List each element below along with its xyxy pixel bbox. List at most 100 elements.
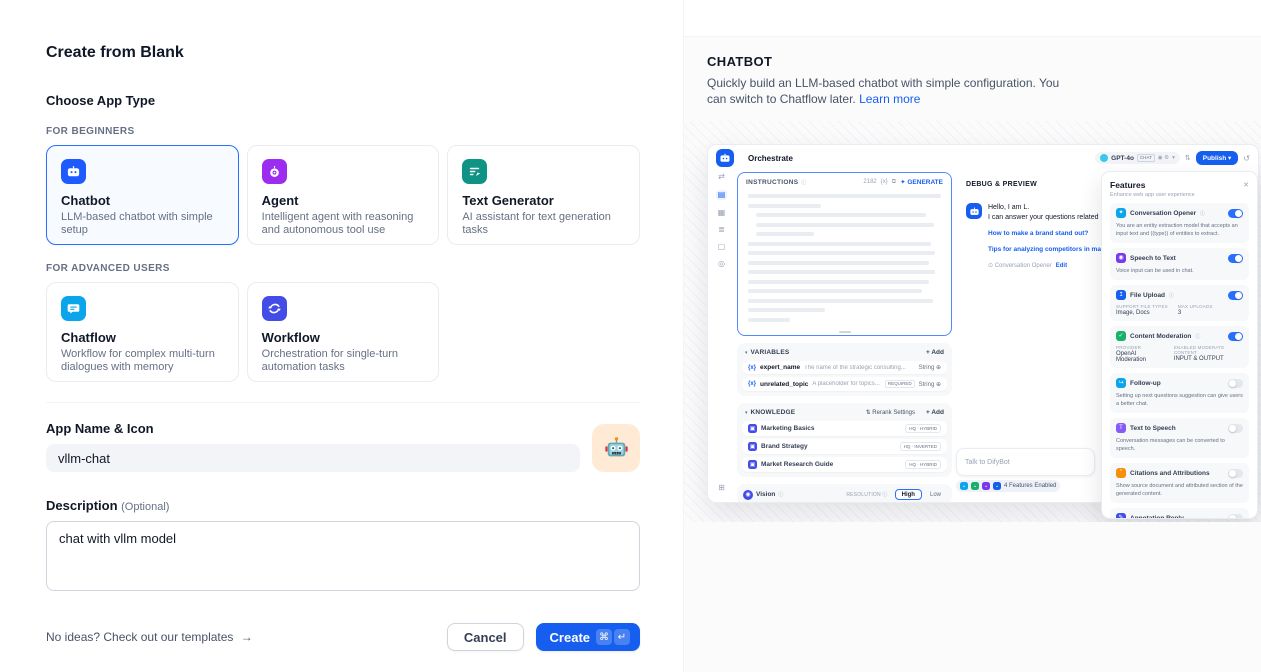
dataset-icon: ▣	[748, 442, 757, 451]
feature-citations: ” Citations and Attributions Show source…	[1110, 463, 1249, 503]
chatbot-preview-image: Orchestrate GPT-4o CHAT ◉ ⚙ ▾ ⇅ Publish …	[684, 121, 1261, 522]
cancel-button[interactable]: Cancel	[447, 623, 524, 651]
vision-icon: ◉	[743, 490, 753, 500]
info-icon: ⓘ	[1200, 210, 1205, 217]
feature-toggle	[1228, 254, 1243, 263]
card-title: Text Generator	[462, 193, 625, 208]
enter-key-icon: ↵	[614, 629, 630, 645]
card-description: Orchestration for single-turn automation…	[262, 348, 425, 374]
chevron-down-icon: ▾	[745, 410, 748, 416]
for-beginners-label: FOR BEGINNERS	[46, 126, 640, 137]
text-generator-icon	[462, 159, 487, 184]
cmd-key-icon: ⌘	[596, 629, 612, 645]
optional-hint: (Optional)	[121, 501, 169, 513]
copy-icon: ⧉	[892, 179, 896, 186]
web-nav-icon: ◎	[718, 260, 725, 268]
description-input[interactable]: chat with vllm model	[46, 521, 640, 591]
info-icon: ⓘ	[801, 179, 806, 186]
model-provider-icon	[1100, 154, 1108, 162]
card-description: LLM-based chatbot with simple setup	[61, 211, 224, 237]
microphone-icon: ◉	[1116, 253, 1126, 263]
feature-file-upload: ↥ File Upload ⓘ SUPPORT FILE TYPESImage,…	[1110, 285, 1249, 321]
app-type-card-text-generator[interactable]: Text Generator AI assistant for text gen…	[447, 145, 640, 245]
resize-grip	[839, 331, 851, 333]
resolution-high-option: High	[895, 489, 922, 500]
rerank-settings-button: ⇅ Rerank Settings	[866, 409, 915, 416]
knowledge-row: ▣ Marketing Basics HQ · HYBRID	[742, 421, 947, 436]
moderation-mini-icon: •	[971, 482, 979, 490]
card-description: Intelligent agent with reasoning and aut…	[262, 211, 425, 237]
card-title: Chatflow	[61, 330, 224, 345]
upload-mini-icon: •	[993, 482, 1001, 490]
model-selector: GPT-4o CHAT ◉ ⚙ ▾	[1095, 152, 1180, 164]
card-title: Workflow	[262, 330, 425, 345]
model-settings-icons: ◉ ⚙	[1158, 155, 1169, 161]
required-badge: REQUIRED	[885, 380, 915, 388]
feature-content-moderation: ✓ Content Moderation ⓘ PROVIDEROpenAI Mo…	[1110, 326, 1249, 368]
feature-toggle	[1228, 332, 1243, 341]
edit-opener-link: Edit	[1056, 263, 1067, 269]
opener-mini-icon: •	[960, 482, 968, 490]
variable-icon: {x}	[748, 381, 756, 387]
switch-icon: ⇄	[718, 173, 725, 181]
knowledge-row: ▣ Market Research Guide HQ · HYBRID	[742, 457, 947, 472]
app-type-preview-panel: CHATBOT Quickly build an LLM-based chatb…	[683, 0, 1261, 672]
variables-section: ▾ VARIABLES + Add {x} expert_name The na…	[737, 343, 952, 396]
orchestrate-nav-icon: ▤	[716, 190, 728, 200]
preview-panel-header-strip	[684, 0, 1261, 37]
feature-toggle	[1228, 379, 1243, 388]
app-name-input[interactable]	[46, 444, 580, 472]
beginner-app-cards: Chatbot LLM-based chatbot with simple se…	[46, 145, 640, 245]
variable-row: {x} expert_name The name of the strategi…	[742, 361, 947, 374]
feature-toggle	[1228, 291, 1243, 300]
generate-button: ✦ GENERATE	[900, 178, 943, 186]
feature-text-to-speech: T Text to Speech Conversation messages c…	[1110, 418, 1249, 458]
create-button[interactable]: Create ⌘ ↵	[536, 623, 640, 651]
instructions-panel: INSTRUCTIONS ⓘ 2182 {x} ⧉ ✦ GENERATE	[737, 172, 952, 336]
add-variable-button: + Add	[926, 349, 944, 356]
app-name-label: App Name & Icon	[46, 421, 580, 436]
follow-up-icon: ↪	[1116, 378, 1126, 388]
panel-toggle-icon: ⊞	[718, 483, 725, 492]
feature-conversation-opener: ✦ Conversation Opener ⓘ You are an entit…	[1110, 203, 1249, 243]
chatbot-icon	[61, 159, 86, 184]
workflow-icon	[262, 296, 287, 321]
conversation-opener-icon: ✦	[1116, 208, 1126, 218]
knowledge-section: ▾ KNOWLEDGE ⇅ Rerank Settings + Add ▣ Ma…	[737, 403, 952, 477]
feature-follow-up: ↪ Follow-up Setting up next questions su…	[1110, 373, 1249, 413]
app-type-card-agent[interactable]: Agent Intelligent agent with reasoning a…	[247, 145, 440, 245]
card-title: Agent	[262, 193, 425, 208]
feature-toggle	[1228, 514, 1243, 520]
create-app-screen: Create from Blank Choose App Type FOR BE…	[0, 0, 1261, 672]
app-type-card-chatflow[interactable]: Chatflow Workflow for complex multi-turn…	[46, 282, 239, 382]
chevron-down-icon: ▾	[745, 350, 748, 356]
robot-emoji-icon	[603, 435, 630, 462]
templates-link[interactable]: No ideas? Check out our templates →	[46, 630, 253, 644]
suggested-question: How to make a brand stand out?Bes	[988, 228, 1114, 239]
learn-more-link[interactable]: Learn more	[859, 92, 920, 106]
page-title: Create from Blank	[46, 44, 640, 62]
dataset-icon: ▣	[748, 424, 757, 433]
for-advanced-users-label: FOR ADVANCED USERS	[46, 263, 640, 274]
preview-window-topbar: Orchestrate GPT-4o CHAT ◉ ⚙ ▾ ⇅ Publish …	[708, 145, 1258, 171]
card-title: Chatbot	[61, 193, 224, 208]
app-icon-picker[interactable]	[592, 424, 640, 472]
shield-check-icon: ✓	[1116, 331, 1126, 341]
card-description: AI assistant for text generation tasks	[462, 211, 625, 237]
list-nav-icon: ≣	[718, 226, 725, 234]
info-icon: ⓘ	[778, 491, 783, 498]
app-type-card-chatbot[interactable]: Chatbot LLM-based chatbot with simple se…	[46, 145, 239, 245]
suggested-question: Tips for analyzing competitors in market	[988, 244, 1114, 255]
create-from-blank-panel: Create from Blank Choose App Type FOR BE…	[0, 0, 683, 672]
agent-icon	[262, 159, 287, 184]
app-type-card-workflow[interactable]: Workflow Orchestration for single-turn a…	[247, 282, 440, 382]
section-divider	[46, 402, 640, 403]
preview-sidebar: ⇄ ▤ ▦ ≣ ▢ ◎ ⊞	[708, 171, 735, 502]
variable-row: {x} unrelated_topic A placeholder for to…	[742, 377, 947, 391]
description-label: Description (Optional)	[46, 498, 640, 513]
info-icon: ⓘ	[1195, 333, 1200, 340]
feature-toggle	[1228, 424, 1243, 433]
chat-mode-badge: CHAT	[1137, 154, 1155, 162]
variable-insert-icon: {x}	[881, 179, 888, 185]
feature-annotation-reply: ✎ Annotation Reply	[1110, 508, 1249, 519]
